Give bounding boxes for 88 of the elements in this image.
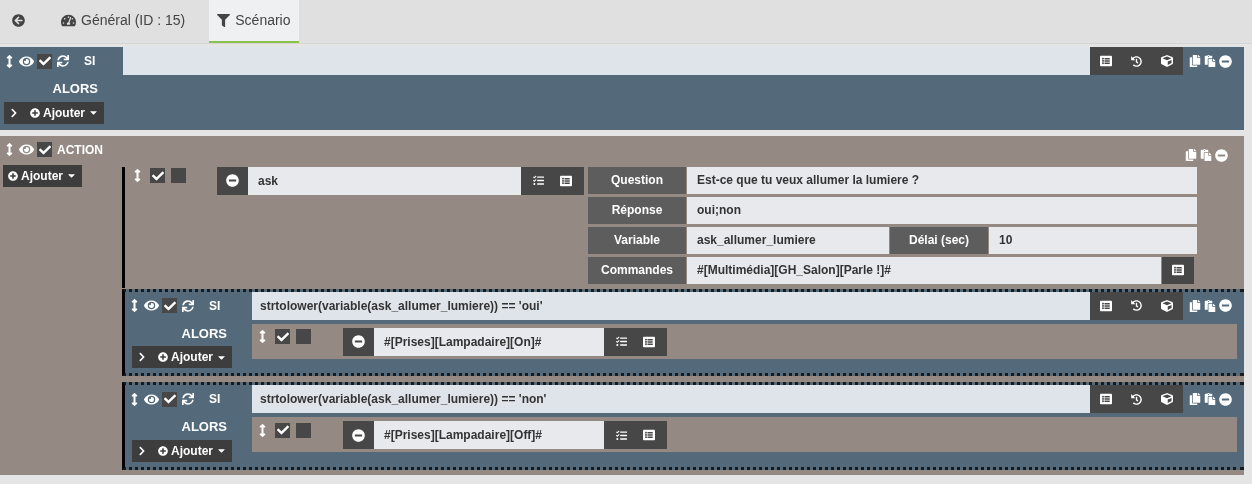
then-label: ALORS [181, 418, 227, 436]
parallel-checkbox[interactable] [296, 422, 311, 438]
list-icon[interactable] [643, 429, 655, 441]
filter-icon [217, 14, 231, 27]
plus-icon [158, 352, 168, 362]
copy-icon[interactable] [1185, 149, 1197, 161]
refresh-icon[interactable] [182, 299, 194, 312]
option-label: Question [588, 166, 686, 194]
remove-icon[interactable] [1219, 54, 1232, 68]
command-field[interactable]: ask [248, 166, 521, 195]
option-field[interactable]: oui;non [687, 196, 1197, 224]
condition-field[interactable] [123, 47, 1090, 75]
remove-icon[interactable] [1219, 392, 1232, 406]
refresh-icon[interactable] [57, 55, 69, 67]
list-icon[interactable] [1099, 393, 1112, 405]
plus-icon [8, 170, 18, 181]
action-label: ACTION [57, 141, 103, 159]
remove-button[interactable] [217, 166, 248, 195]
add-button[interactable]: Ajouter [4, 101, 104, 124]
eye-icon[interactable] [144, 298, 159, 313]
paste-icon[interactable] [1204, 55, 1216, 67]
copy-icon[interactable] [1189, 55, 1201, 67]
history-icon[interactable] [1131, 55, 1142, 67]
checkbox[interactable] [275, 329, 290, 344]
if-label: SI [84, 53, 96, 70]
paste-icon[interactable] [1200, 149, 1212, 161]
tab[interactable]: Scénario [209, 0, 299, 43]
plus-icon [158, 445, 168, 456]
cube-icon[interactable] [1161, 393, 1174, 405]
option-label: Réponse [588, 196, 686, 224]
checkbox[interactable] [37, 53, 52, 69]
list-icon[interactable] [1099, 299, 1112, 312]
list-icon[interactable] [560, 174, 572, 187]
add-button[interactable]: Ajouter [132, 439, 232, 462]
option-label: Commandes [588, 256, 686, 284]
copy-icon[interactable] [1189, 393, 1201, 405]
checkbox[interactable] [37, 142, 52, 157]
chevron-right-icon [137, 445, 147, 456]
chevron-right-icon [137, 352, 147, 362]
paste-icon[interactable] [1204, 299, 1216, 312]
command-field[interactable]: #[Prises][Lampadaire][On]# [374, 327, 604, 356]
option-label: Délai (sec) [890, 226, 988, 254]
command-field[interactable]: #[Prises][Lampadaire][Off]# [374, 421, 604, 449]
option-label: Variable [588, 226, 686, 254]
list-icon[interactable] [643, 335, 655, 348]
copy-icon[interactable] [1189, 299, 1201, 312]
condition-field[interactable]: strtolower(variable(ask_allumer_lumiere)) == 'non' [252, 385, 1090, 413]
condition-field[interactable]: strtolower(variable(ask_allumer_lumiere)) == 'oui' [252, 291, 1090, 320]
then-label: ALORS [52, 80, 98, 98]
option-field[interactable]: 10 [989, 226, 1197, 254]
checkbox[interactable] [162, 391, 177, 407]
checkbox[interactable] [162, 298, 177, 313]
minus-icon [352, 428, 365, 442]
checklist-icon[interactable] [616, 336, 627, 347]
history-icon[interactable] [1131, 393, 1142, 405]
back-icon [12, 14, 25, 27]
if-label: SI [209, 297, 221, 315]
refresh-icon[interactable] [182, 393, 194, 405]
checkbox[interactable] [150, 168, 165, 183]
checklist-icon[interactable] [616, 429, 627, 441]
cube-icon[interactable] [1161, 55, 1174, 67]
remove-icon[interactable] [1219, 299, 1232, 312]
parallel-checkbox[interactable] [296, 329, 311, 344]
gauge-icon [61, 13, 76, 28]
list-icon[interactable] [1099, 55, 1112, 67]
add-button[interactable]: Ajouter [3, 164, 82, 187]
option-field[interactable]: ask_allumer_lumiere [687, 226, 889, 254]
remove-button[interactable] [343, 421, 374, 449]
history-icon[interactable] [1131, 300, 1142, 311]
parallel-checkbox[interactable] [171, 168, 186, 183]
checklist-icon[interactable] [533, 175, 544, 186]
checkbox[interactable] [275, 422, 290, 438]
then-label: ALORS [181, 324, 227, 343]
add-button[interactable]: Ajouter [132, 346, 232, 368]
select-command-button[interactable] [1162, 256, 1194, 284]
option-field[interactable]: Est-ce que tu veux allumer la lumiere ? [687, 166, 1197, 194]
remove-icon[interactable] [1215, 148, 1228, 162]
paste-icon[interactable] [1204, 393, 1216, 405]
list-icon [1172, 264, 1184, 276]
plus-icon [30, 107, 40, 118]
tab[interactable]: Général (ID : 15) [53, 0, 194, 43]
remove-button[interactable] [343, 327, 374, 356]
minus-icon [352, 335, 365, 348]
cube-icon[interactable] [1161, 299, 1174, 312]
chevron-right-icon [9, 107, 19, 118]
if-label: SI [209, 391, 221, 408]
minus-icon [226, 174, 239, 187]
option-field[interactable]: #[Multimédia][GH_Salon][Parle !]# [687, 256, 1161, 284]
